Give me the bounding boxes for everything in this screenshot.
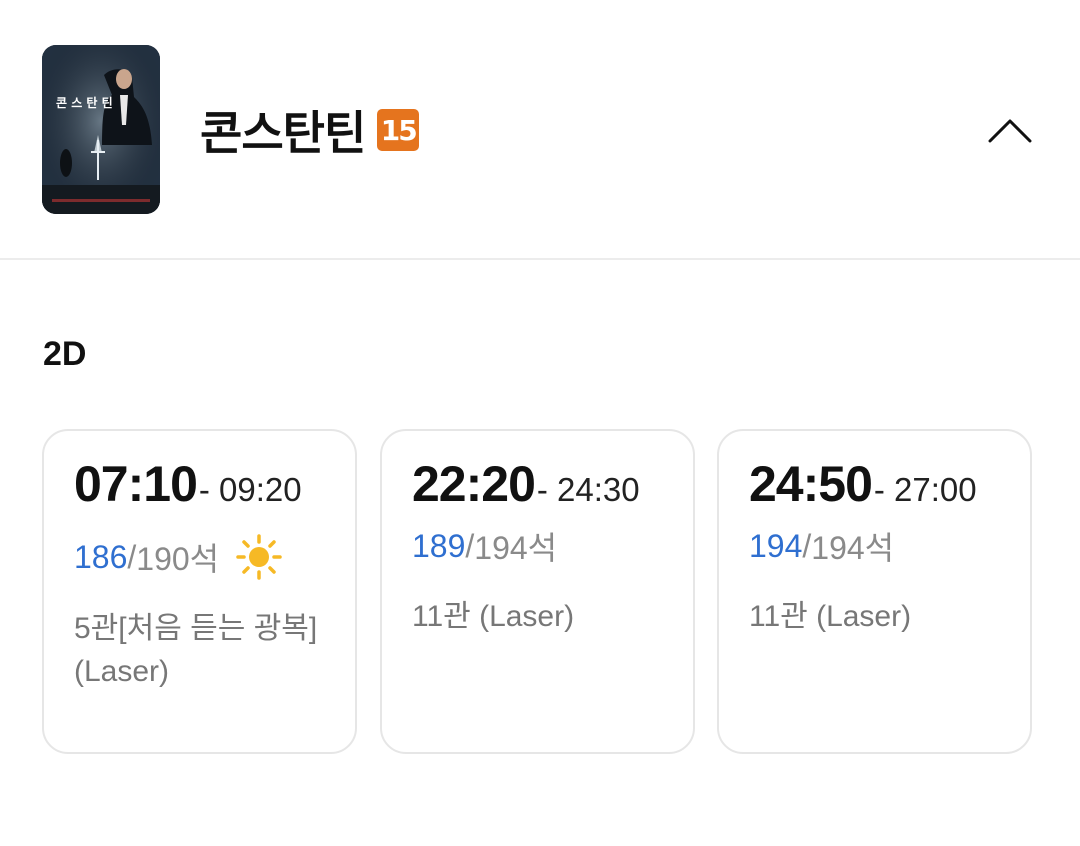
movie-header: 콘 스 탄 틴 콘스탄틴 15 bbox=[0, 0, 1080, 260]
seat-separator: / bbox=[127, 538, 137, 575]
total-seats: 190석 bbox=[136, 541, 220, 577]
hall-info: 5관[처음 듣는 광복](Laser) bbox=[74, 612, 318, 688]
movie-poster: 콘 스 탄 틴 bbox=[42, 45, 160, 214]
seat-separator: / bbox=[465, 527, 475, 564]
showtime-card[interactable]: 24:50 - 27:00 194 / 194석 11관 (Laser) bbox=[717, 429, 1032, 754]
seat-separator: / bbox=[802, 527, 812, 564]
available-seats: 186 bbox=[74, 538, 128, 575]
total-seats: 194석 bbox=[474, 530, 558, 566]
seat-count: 186 / 190석 bbox=[74, 533, 283, 581]
poster-title-text: 콘 스 탄 틴 bbox=[56, 95, 113, 110]
showtime-time: 22:20 - 24:30 bbox=[412, 455, 640, 513]
available-seats: 194 bbox=[749, 527, 803, 564]
total-seats: 194석 bbox=[811, 530, 895, 566]
collapse-button[interactable] bbox=[982, 108, 1038, 152]
showtime-time: 07:10 - 09:20 bbox=[74, 455, 302, 513]
start-time: 07:10 bbox=[74, 456, 198, 512]
start-time: 24:50 bbox=[749, 456, 873, 512]
end-time: - 27:00 bbox=[873, 471, 977, 508]
movie-title: 콘스탄틴 bbox=[200, 106, 366, 160]
end-time: - 09:20 bbox=[198, 471, 302, 508]
hall-info: 11관 (Laser) bbox=[412, 600, 575, 633]
seat-count: 194 / 194석 bbox=[749, 523, 894, 569]
seat-count: 189 / 194석 bbox=[412, 523, 557, 569]
start-time: 22:20 bbox=[412, 456, 536, 512]
showtime-card[interactable]: 07:10 - 09:20 186 / 190석 5관[처음 듣는 광복](La… bbox=[42, 429, 357, 754]
chevron-up-icon bbox=[988, 119, 1032, 143]
format-label: 2D bbox=[43, 335, 87, 373]
hall-info: 11관 (Laser) bbox=[749, 600, 912, 633]
title-row: 콘스탄틴 15 bbox=[200, 95, 420, 165]
showtime-time: 24:50 - 27:00 bbox=[749, 455, 977, 513]
available-seats: 189 bbox=[412, 527, 466, 564]
showtime-card[interactable]: 22:20 - 24:30 189 / 194석 11관 (Laser) bbox=[380, 429, 695, 754]
sun-icon bbox=[236, 534, 282, 580]
age-rating-badge: 15 bbox=[377, 109, 420, 151]
end-time: - 24:30 bbox=[536, 471, 640, 508]
